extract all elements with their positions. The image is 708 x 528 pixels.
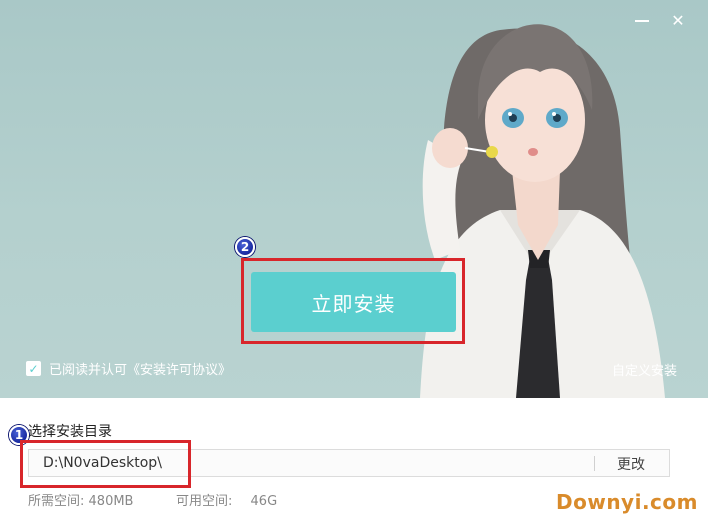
agreement-row: ✓ 已阅读并认可《安装许可协议》 xyxy=(26,359,231,378)
available-space: 可用空间: 46G xyxy=(176,490,277,509)
close-icon: ✕ xyxy=(671,10,685,30)
field-divider xyxy=(594,456,595,471)
check-icon: ✓ xyxy=(28,361,39,376)
minimize-button[interactable] xyxy=(630,8,654,32)
required-space: 所需空间: 480MB xyxy=(28,490,133,509)
hero-banner: ✕ 立即安装 2 ✓ 已阅读并认可《安装许可协议》 自定义安装 xyxy=(0,0,708,398)
install-now-button[interactable]: 立即安装 xyxy=(251,272,456,332)
required-space-value: 480MB xyxy=(88,494,134,509)
available-space-label: 可用空间: xyxy=(176,494,233,509)
path-highlight-frame xyxy=(20,440,191,488)
available-space-value: 46G xyxy=(250,494,278,509)
required-space-label: 所需空间: xyxy=(28,494,85,509)
site-watermark: Downyi.com xyxy=(556,490,698,514)
agreement-checkbox[interactable]: ✓ xyxy=(26,361,41,376)
minimize-icon xyxy=(635,20,649,22)
custom-install-link[interactable]: 自定义安装 xyxy=(612,360,677,379)
step-badge-2: 2 xyxy=(235,237,255,257)
install-dir-label: 选择安装目录 xyxy=(28,424,112,440)
close-button[interactable]: ✕ xyxy=(666,8,690,32)
agreement-text[interactable]: 已阅读并认可《安装许可协议》 xyxy=(49,359,231,378)
change-path-button[interactable]: 更改 xyxy=(617,454,645,474)
